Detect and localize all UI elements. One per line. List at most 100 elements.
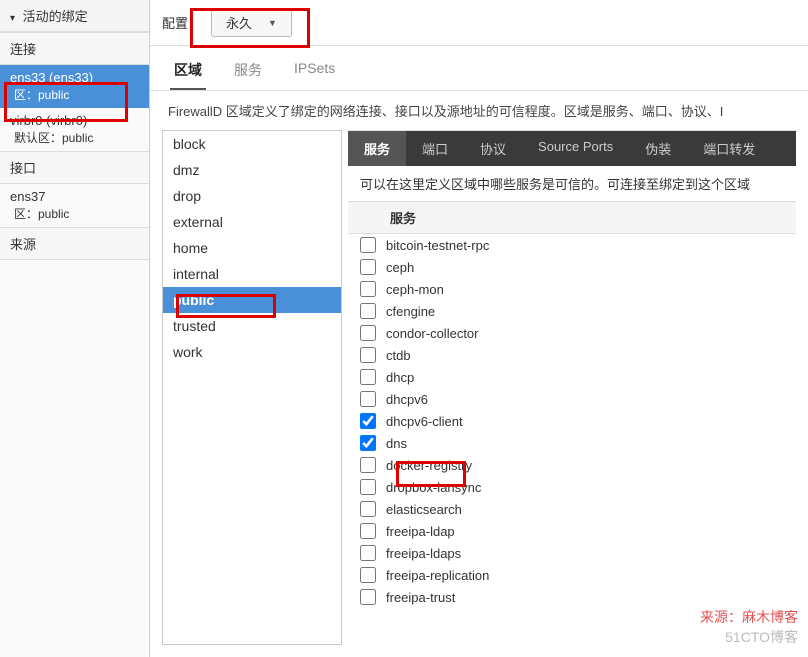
zone-item-dmz[interactable]: dmz [163, 157, 341, 183]
service-label: dhcpv6-client [386, 414, 463, 429]
watermark-cto: 51CTO博客 [725, 627, 798, 647]
service-label: dropbox-lansync [386, 480, 481, 495]
service-label: dhcp [386, 370, 414, 385]
sub-tab-协议[interactable]: 协议 [464, 131, 522, 166]
sub-tab-端口[interactable]: 端口 [406, 131, 464, 166]
service-item-dhcp[interactable]: dhcp [348, 366, 796, 388]
interfaces-list: ens37 区：public [0, 184, 149, 227]
sub-tab-Source Ports[interactable]: Source Ports [522, 131, 629, 166]
service-checkbox[interactable] [360, 523, 376, 539]
service-checkbox[interactable] [360, 501, 376, 517]
interfaces-label: 接口 [0, 151, 149, 184]
config-label: 配置： [162, 13, 201, 32]
service-checkbox[interactable] [360, 479, 376, 495]
tab-zone[interactable]: 区域 [170, 54, 206, 90]
chevron-down-icon: ▼ [268, 18, 277, 28]
service-label: condor-collector [386, 326, 479, 341]
zone-description: FirewallD 区域定义了绑定的网络连接、接口以及源地址的可信程度。区域是服… [150, 91, 808, 130]
service-item-condor-collector[interactable]: condor-collector [348, 322, 796, 344]
services-description: 可以在这里定义区域中哪些服务是可信的。可连接至绑定到这个区域 [348, 166, 796, 201]
service-item-elasticsearch[interactable]: elasticsearch [348, 498, 796, 520]
sub-tabs: 服务端口协议Source Ports伪装端口转发 [348, 131, 796, 166]
service-label: ceph-mon [386, 282, 444, 297]
zone-item-home[interactable]: home [163, 235, 341, 261]
connection-zone: 区：public [10, 87, 139, 104]
service-checkbox[interactable] [360, 567, 376, 583]
zone-item-trusted[interactable]: trusted [163, 313, 341, 339]
check-column [360, 208, 390, 227]
connections-list: ens33 (ens33) 区：public virbr0 (virbr0) 默… [0, 65, 149, 151]
service-label: ceph [386, 260, 414, 275]
service-label: ctdb [386, 348, 411, 363]
connection-ens33[interactable]: ens33 (ens33) 区：public [0, 65, 149, 108]
zone-item-public[interactable]: public [163, 287, 341, 313]
sub-tab-伪装[interactable]: 伪装 [629, 131, 687, 166]
watermark-source: 来源：麻木博客 [700, 607, 798, 627]
service-label: elasticsearch [386, 502, 462, 517]
connections-label: 连接 [0, 32, 149, 65]
main-tabs: 区域 服务 IPSets [150, 46, 808, 91]
service-item-dropbox-lansync[interactable]: dropbox-lansync [348, 476, 796, 498]
content-row: blockdmzdropexternalhomeinternalpublictr… [150, 130, 808, 657]
service-item-dhcpv6-client[interactable]: dhcpv6-client [348, 410, 796, 432]
zone-item-work[interactable]: work [163, 339, 341, 365]
service-item-ceph[interactable]: ceph [348, 256, 796, 278]
service-label: dns [386, 436, 407, 451]
service-checkbox[interactable] [360, 259, 376, 275]
service-item-freeipa-trust[interactable]: freeipa-trust [348, 586, 796, 608]
service-checkbox[interactable] [360, 369, 376, 385]
service-item-dns[interactable]: dns [348, 432, 796, 454]
service-item-freeipa-ldaps[interactable]: freeipa-ldaps [348, 542, 796, 564]
config-bar: 配置： 永久 ▼ [150, 0, 808, 46]
dropdown-value: 永久 [226, 13, 252, 32]
service-item-freeipa-replication[interactable]: freeipa-replication [348, 564, 796, 586]
service-checkbox[interactable] [360, 413, 376, 429]
service-checkbox[interactable] [360, 303, 376, 319]
service-item-ctdb[interactable]: ctdb [348, 344, 796, 366]
service-item-dhcpv6[interactable]: dhcpv6 [348, 388, 796, 410]
config-dropdown[interactable]: 永久 ▼ [211, 8, 292, 37]
zone-item-block[interactable]: block [163, 131, 341, 157]
service-label: freeipa-ldap [386, 524, 455, 539]
left-sidebar: ▾ 活动的绑定 连接 ens33 (ens33) 区：public virbr0… [0, 0, 150, 657]
interface-ens37[interactable]: ens37 区：public [0, 184, 149, 227]
service-label: bitcoin-testnet-rpc [386, 238, 489, 253]
zone-item-internal[interactable]: internal [163, 261, 341, 287]
service-label: freeipa-replication [386, 568, 489, 583]
service-checkbox[interactable] [360, 457, 376, 473]
main-panel: 配置： 永久 ▼ 区域 服务 IPSets FirewallD 区域定义了绑定的… [150, 0, 808, 657]
service-checkbox[interactable] [360, 281, 376, 297]
service-list: bitcoin-testnet-rpc ceph ceph-mon cfengine c… [348, 234, 796, 645]
service-item-docker-registry[interactable]: docker-registry [348, 454, 796, 476]
interface-zone: 区：public [10, 206, 139, 223]
active-binding-label: 活动的绑定 [23, 9, 88, 24]
connection-name: virbr0 (virbr0) [10, 112, 139, 130]
zone-list: blockdmzdropexternalhomeinternalpublictr… [162, 130, 342, 645]
service-label: freeipa-trust [386, 590, 455, 605]
zone-item-drop[interactable]: drop [163, 183, 341, 209]
service-item-freeipa-ldap[interactable]: freeipa-ldap [348, 520, 796, 542]
sub-tab-服务[interactable]: 服务 [348, 131, 406, 166]
connection-virbr0[interactable]: virbr0 (virbr0) 默认区：public [0, 108, 149, 151]
tab-ipsets[interactable]: IPSets [290, 54, 339, 90]
service-checkbox[interactable] [360, 325, 376, 341]
connection-name: ens33 (ens33) [10, 69, 139, 87]
service-label: cfengine [386, 304, 435, 319]
interface-name: ens37 [10, 188, 139, 206]
chevron-down-icon: ▾ [10, 13, 15, 24]
service-item-ceph-mon[interactable]: ceph-mon [348, 278, 796, 300]
service-checkbox[interactable] [360, 237, 376, 253]
service-checkbox[interactable] [360, 545, 376, 561]
zone-item-external[interactable]: external [163, 209, 341, 235]
service-checkbox[interactable] [360, 435, 376, 451]
service-checkbox[interactable] [360, 589, 376, 605]
services-column-label: 服务 [390, 208, 416, 227]
tab-services[interactable]: 服务 [230, 54, 266, 90]
service-checkbox[interactable] [360, 347, 376, 363]
service-checkbox[interactable] [360, 391, 376, 407]
service-item-bitcoin-testnet-rpc[interactable]: bitcoin-testnet-rpc [348, 234, 796, 256]
sub-tab-端口转发[interactable]: 端口转发 [687, 131, 771, 166]
active-binding-header[interactable]: ▾ 活动的绑定 [0, 0, 149, 32]
sources-label: 来源 [0, 227, 149, 260]
service-item-cfengine[interactable]: cfengine [348, 300, 796, 322]
